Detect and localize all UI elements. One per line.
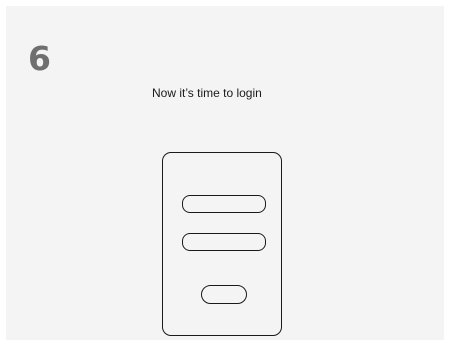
step-caption: Now it’s time to login [152, 86, 262, 100]
illustration-panel: 6 Now it’s time to login [6, 6, 444, 340]
phone-login-illustration [162, 152, 282, 336]
step-number: 6 [28, 39, 51, 78]
username-field-illustration [182, 195, 266, 213]
login-button-illustration [201, 285, 247, 304]
password-field-illustration [182, 233, 266, 251]
